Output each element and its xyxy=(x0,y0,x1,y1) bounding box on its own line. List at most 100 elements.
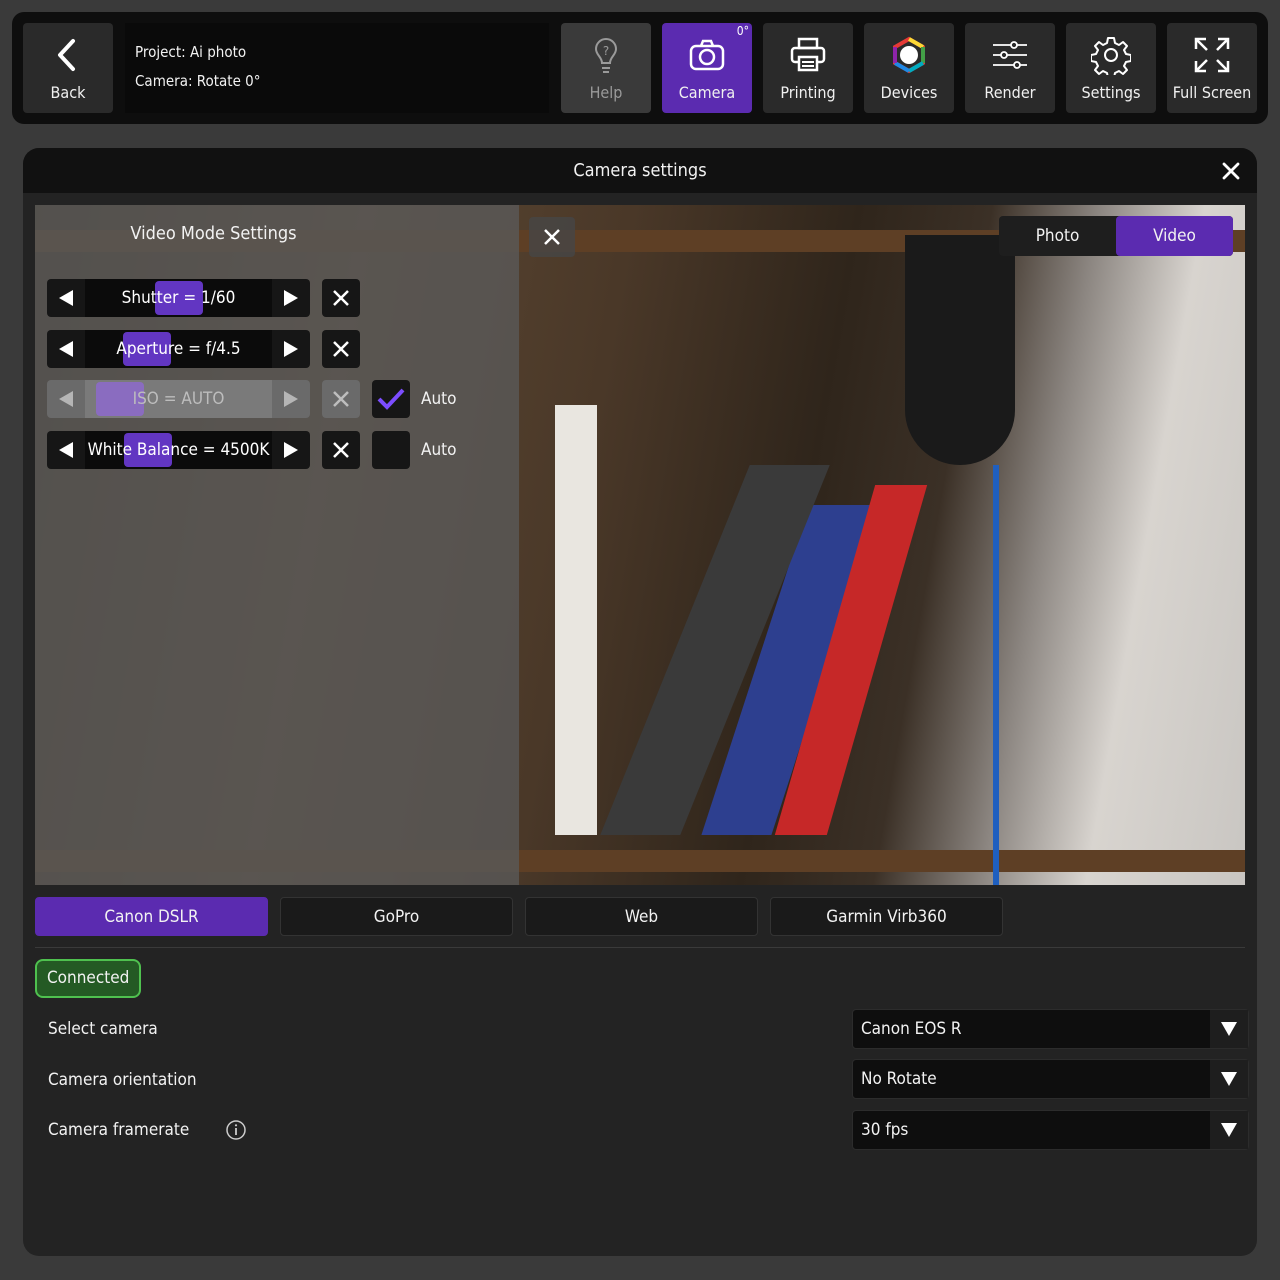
camera-type-tabs: Canon DSLR GoPro Web Garmin Virb360 xyxy=(35,897,1003,936)
iso-auto-checkbox[interactable] xyxy=(372,380,410,418)
devices-label: Devices xyxy=(880,83,938,102)
project-info: Project: Ai photo Camera: Rotate 0° xyxy=(125,23,549,113)
printer-icon xyxy=(790,37,826,72)
panel-header: Camera settings xyxy=(23,148,1257,193)
fullscreen-icon xyxy=(1194,37,1230,73)
shutter-label: Shutter = 1/60 xyxy=(121,288,236,308)
camera-framerate-row: Camera framerate xyxy=(48,1111,288,1149)
devices-button[interactable]: Devices xyxy=(864,23,954,113)
close-icon xyxy=(333,391,349,407)
camera-orientation-value: No Rotate xyxy=(861,1069,937,1089)
camera-label: Camera xyxy=(678,83,736,102)
status-badge: Connected xyxy=(35,959,142,998)
top-toolbar: Back Project: Ai photo Camera: Rotate 0°… xyxy=(12,12,1268,124)
white-balance-reset-button[interactable] xyxy=(322,431,360,469)
video-settings-overlay: Video Mode Settings Shutter = 1/60 Apert… xyxy=(35,205,519,885)
camera-framerate-dropdown[interactable]: 30 fps xyxy=(852,1110,1249,1150)
camera-framerate-value: 30 fps xyxy=(861,1120,909,1140)
close-icon xyxy=(333,290,349,306)
white-balance-auto-label: Auto xyxy=(421,440,457,460)
gear-icon xyxy=(1091,37,1131,75)
preview-book xyxy=(555,405,597,835)
close-icon xyxy=(544,229,560,245)
camera-settings-panel: Camera settings Video Mode Settings Shut… xyxy=(23,148,1257,1256)
iso-control: ISO = AUTO xyxy=(47,380,310,418)
back-button[interactable]: Back xyxy=(23,23,113,113)
printing-button[interactable]: Printing xyxy=(763,23,853,113)
overlay-close-button[interactable] xyxy=(529,217,575,257)
aperture-control[interactable]: Aperture = f/4.5 xyxy=(47,330,310,368)
iso-decrease-button xyxy=(47,380,85,418)
fullscreen-button[interactable]: Full Screen xyxy=(1167,23,1257,113)
back-label: Back xyxy=(50,83,86,102)
shutter-reset-button[interactable] xyxy=(322,279,360,317)
video-mode-button[interactable]: Video xyxy=(1116,216,1233,256)
select-camera-value: Canon EOS R xyxy=(861,1019,962,1039)
triangle-right-icon xyxy=(284,341,298,357)
help-label: Help xyxy=(589,83,623,102)
camera-orientation-dropdown[interactable]: No Rotate xyxy=(852,1059,1249,1099)
tab-web[interactable]: Web xyxy=(525,897,758,936)
triangle-left-icon xyxy=(59,391,73,407)
shutter-decrease-button[interactable] xyxy=(47,279,85,317)
iso-auto-label: Auto xyxy=(421,389,457,409)
tab-canon-dslr[interactable]: Canon DSLR xyxy=(35,897,268,936)
camera-rotation-info: Camera: Rotate 0° xyxy=(135,72,261,90)
printing-label: Printing xyxy=(780,83,836,102)
settings-label: Settings xyxy=(1081,83,1141,102)
render-label: Render xyxy=(984,83,1036,102)
iso-reset-button xyxy=(322,380,360,418)
close-icon xyxy=(333,341,349,357)
settings-button[interactable]: Settings xyxy=(1066,23,1156,113)
close-icon[interactable] xyxy=(1219,159,1243,183)
camera-orientation-label: Camera orientation xyxy=(48,1070,197,1090)
aperture-decrease-button[interactable] xyxy=(47,330,85,368)
devices-ring-icon xyxy=(893,36,925,74)
iso-label: ISO = AUTO xyxy=(132,389,225,409)
triangle-right-icon xyxy=(284,391,298,407)
camera-icon xyxy=(689,39,725,71)
rotation-badge: 0° xyxy=(736,24,749,38)
shutter-increase-button[interactable] xyxy=(272,279,310,317)
white-balance-auto-checkbox[interactable] xyxy=(372,431,410,469)
triangle-right-icon xyxy=(284,442,298,458)
render-button[interactable]: Render xyxy=(965,23,1055,113)
white-balance-label: White Balance = 4500K xyxy=(87,440,270,460)
project-name: Project: Ai photo xyxy=(135,43,247,61)
info-icon[interactable] xyxy=(226,1120,246,1140)
sliders-icon xyxy=(993,41,1027,69)
dropdown-arrow-icon[interactable] xyxy=(1210,1010,1248,1048)
triangle-left-icon xyxy=(59,290,73,306)
triangle-right-icon xyxy=(284,290,298,306)
camera-framerate-label: Camera framerate xyxy=(48,1120,190,1140)
select-camera-dropdown[interactable]: Canon EOS R xyxy=(852,1009,1249,1049)
white-balance-decrease-button[interactable] xyxy=(47,431,85,469)
fullscreen-label: Full Screen xyxy=(1172,83,1252,102)
aperture-increase-button[interactable] xyxy=(272,330,310,368)
triangle-left-icon xyxy=(59,442,73,458)
tab-garmin-virb360[interactable]: Garmin Virb360 xyxy=(770,897,1003,936)
preview-headphones xyxy=(905,235,1015,465)
photo-mode-button[interactable]: Photo xyxy=(999,216,1116,256)
iso-increase-button xyxy=(272,380,310,418)
white-balance-increase-button[interactable] xyxy=(272,431,310,469)
dropdown-arrow-icon[interactable] xyxy=(1210,1111,1248,1149)
tab-gopro[interactable]: GoPro xyxy=(280,897,513,936)
divider xyxy=(35,947,1245,948)
triangle-left-icon xyxy=(59,341,73,357)
svg-text:?: ? xyxy=(603,44,609,58)
overlay-title: Video Mode Settings xyxy=(130,223,297,244)
close-icon xyxy=(333,442,349,458)
white-balance-control[interactable]: White Balance = 4500K xyxy=(47,431,310,469)
chevron-left-icon xyxy=(58,39,75,71)
dropdown-arrow-icon[interactable] xyxy=(1210,1060,1248,1098)
photo-video-toggle: Photo Video xyxy=(999,216,1233,256)
preview-cable xyxy=(993,465,999,885)
aperture-reset-button[interactable] xyxy=(322,330,360,368)
help-button[interactable]: ? Help xyxy=(561,23,651,113)
shutter-control[interactable]: Shutter = 1/60 xyxy=(47,279,310,317)
panel-title: Camera settings xyxy=(573,160,707,181)
camera-button[interactable]: 0° Camera xyxy=(662,23,752,113)
select-camera-label: Select camera xyxy=(48,1019,158,1039)
checkmark-icon xyxy=(377,388,405,410)
